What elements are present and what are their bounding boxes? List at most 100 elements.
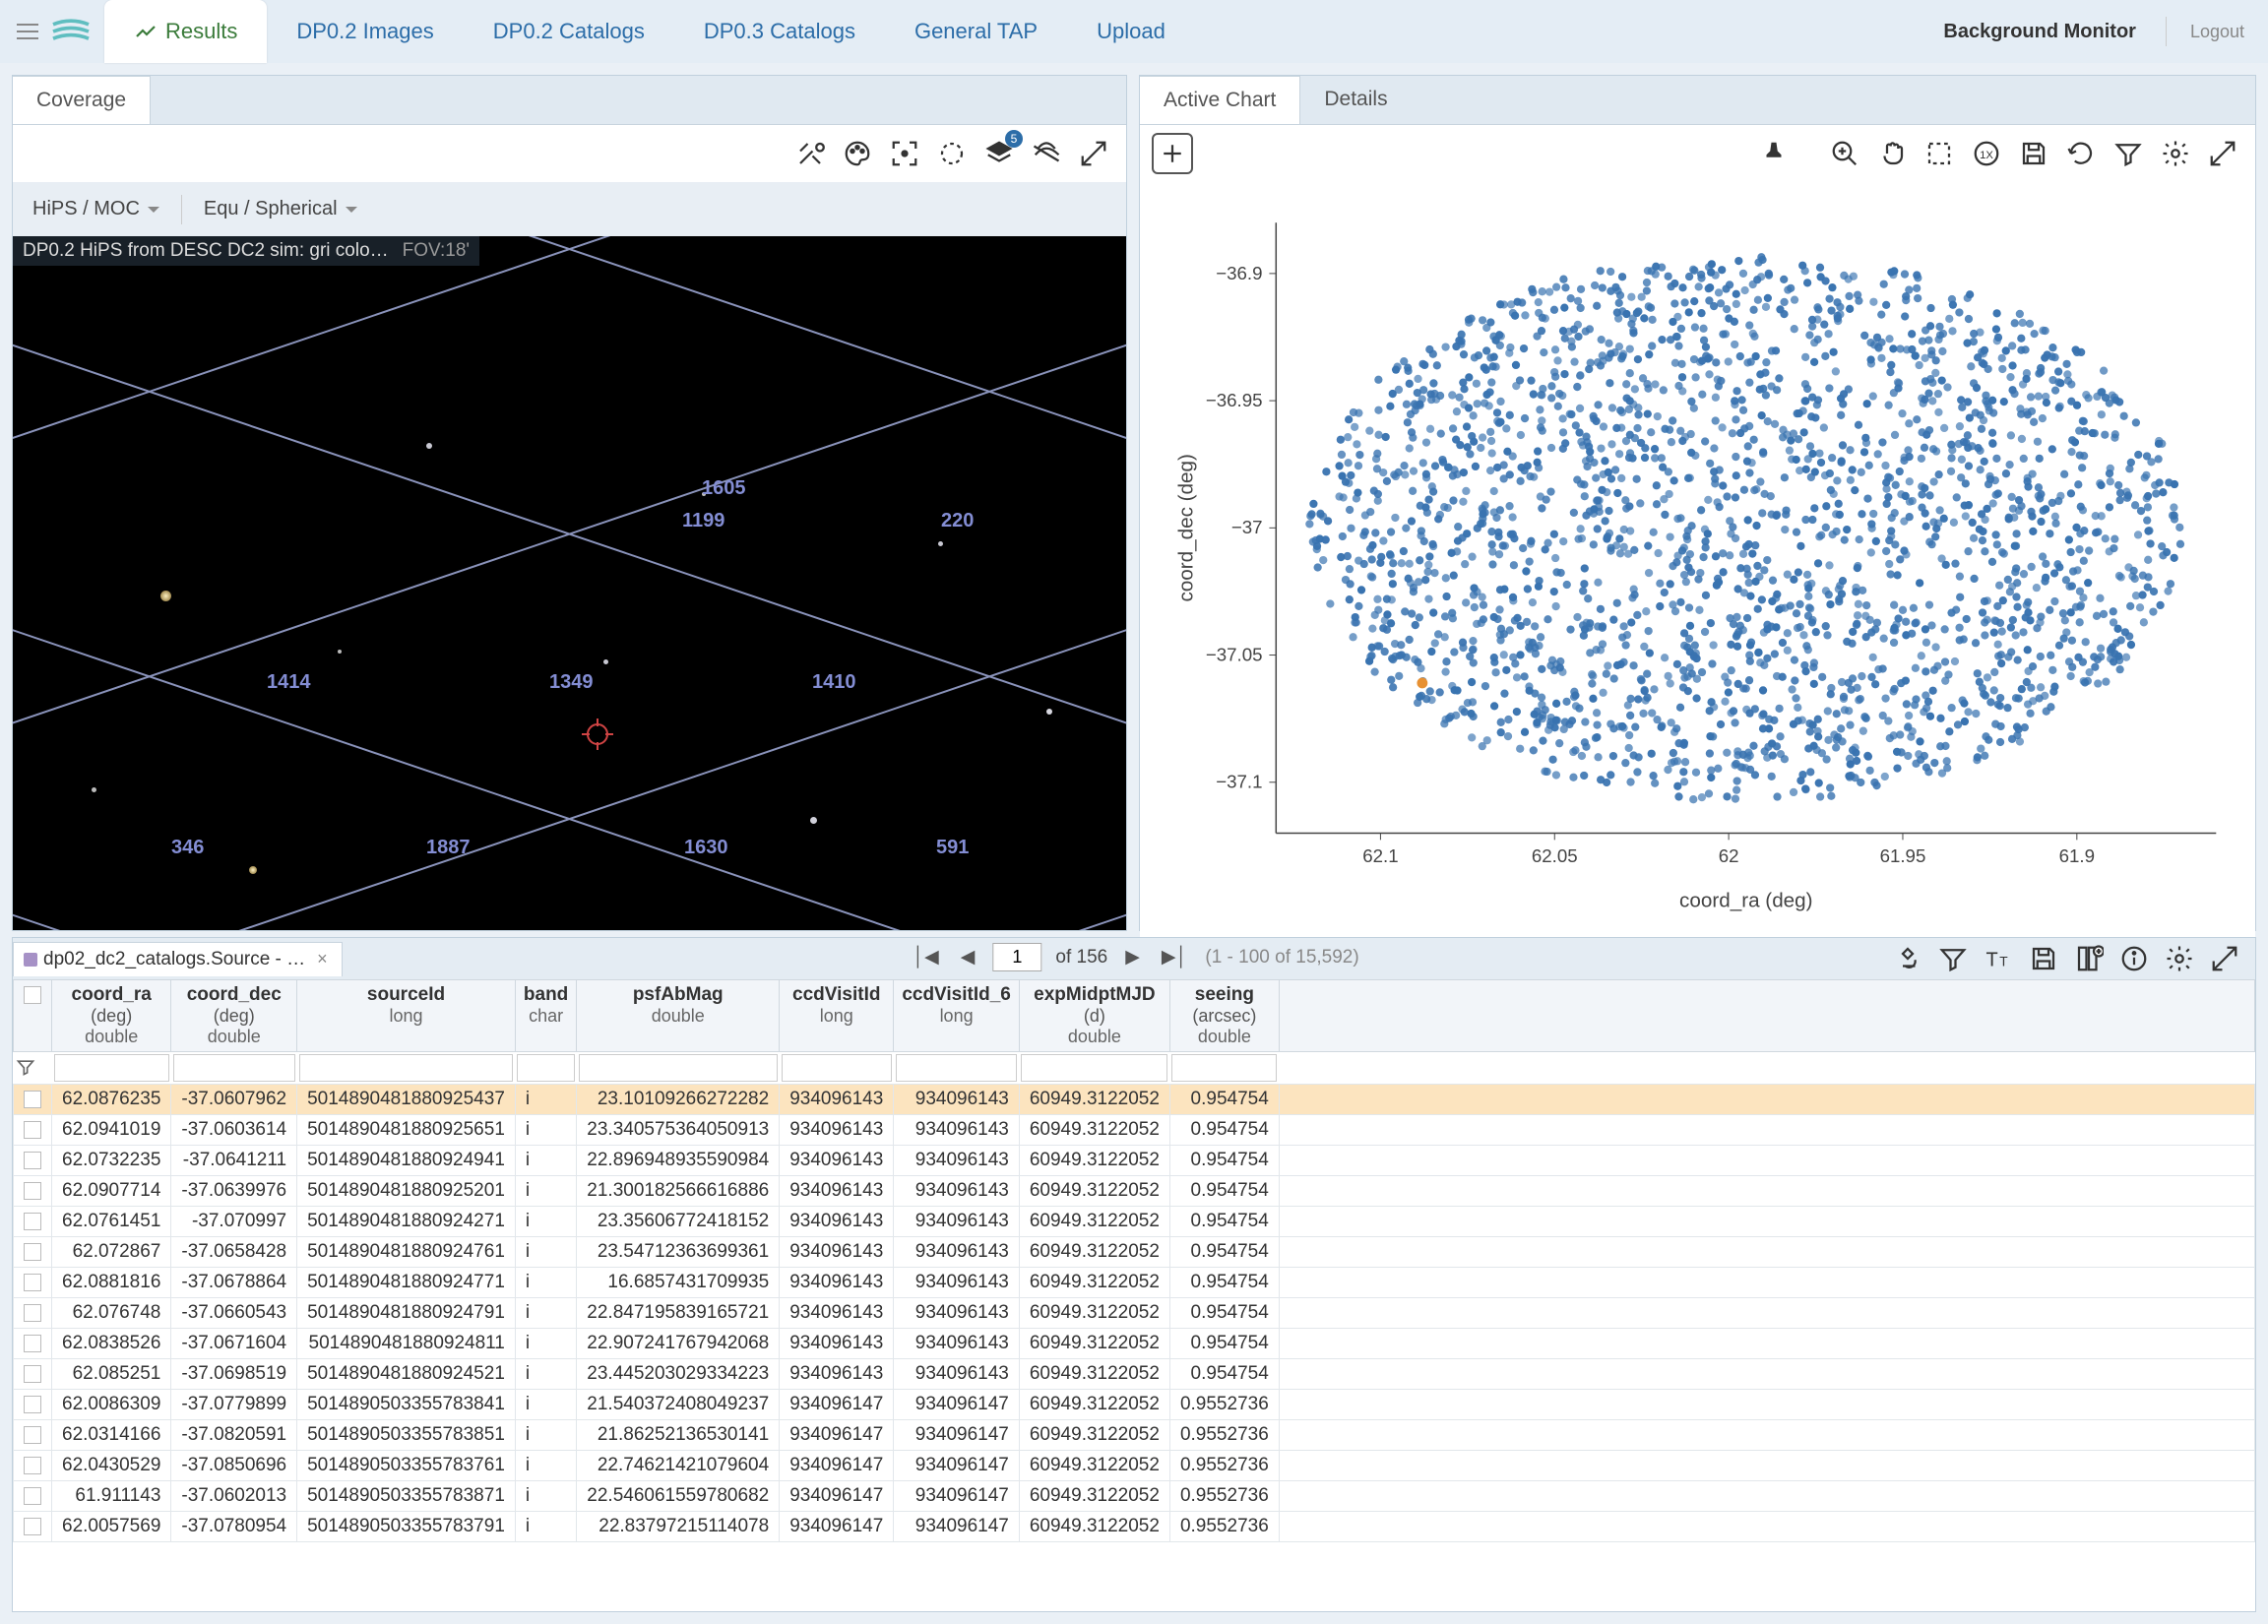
col-ccdVisitId[interactable]: ccdVisitIdlong	[780, 980, 894, 1052]
tab-general-tap[interactable]: General TAP	[885, 0, 1067, 63]
row-checkbox[interactable]	[24, 1487, 41, 1505]
page-input[interactable]	[992, 943, 1041, 971]
table-row[interactable]: 62.0761451-37.0709975014890481880924271i…	[14, 1207, 2255, 1237]
row-checkbox[interactable]	[24, 1121, 41, 1139]
col-sourceId[interactable]: sourceIdlong	[297, 980, 516, 1052]
row-checkbox[interactable]	[24, 1213, 41, 1230]
table-row[interactable]: 62.0941019-37.06036145014890481880925651…	[14, 1115, 2255, 1146]
background-monitor-link[interactable]: Background Monitor	[1914, 21, 2166, 43]
row-checkbox[interactable]	[24, 1274, 41, 1291]
circle-select-icon[interactable]	[931, 133, 973, 174]
subtab-details[interactable]: Details	[1300, 76, 1411, 124]
table-row[interactable]: 62.072867-37.06584285014890481880924761i…	[14, 1237, 2255, 1268]
add-column-icon[interactable]	[2068, 938, 2110, 979]
filter-coord_dec[interactable]	[173, 1054, 295, 1082]
row-checkbox[interactable]	[24, 1396, 41, 1413]
table-save-icon[interactable]	[2023, 938, 2064, 979]
filter-ccdVisitId[interactable]	[782, 1054, 892, 1082]
table-gear-icon[interactable]	[2159, 938, 2200, 979]
scatter-chart[interactable]: 62.162.056261.9561.9−36.9−36.95−37−37.05…	[1140, 182, 2255, 942]
logout-link[interactable]: Logout	[2166, 17, 2268, 46]
filter-seeing[interactable]	[1171, 1054, 1277, 1082]
row-checkbox[interactable]	[24, 1182, 41, 1200]
row-checkbox[interactable]	[24, 1152, 41, 1169]
first-page-icon[interactable]: │◀	[909, 942, 943, 972]
table-row[interactable]: 61.911143-37.06020135014890503355783871i…	[14, 1481, 2255, 1512]
app-logo-icon[interactable]	[47, 8, 94, 55]
row-checkbox[interactable]	[24, 1304, 41, 1322]
table-row[interactable]: 62.0314166-37.08205915014890503355783851…	[14, 1420, 2255, 1451]
table-row[interactable]: 62.0881816-37.06788645014890481880924771…	[14, 1268, 2255, 1298]
table-row[interactable]: 62.0732235-37.06412115014890481880924941…	[14, 1146, 2255, 1176]
table-tab[interactable]: dp02_dc2_catalogs.Source - … ×	[13, 942, 343, 976]
save-icon[interactable]	[2013, 133, 2054, 174]
row-checkbox[interactable]	[24, 1091, 41, 1108]
table-row[interactable]: 62.0838526-37.06716045014890481880924811…	[14, 1329, 2255, 1359]
col-psfAbMag[interactable]: psfAbMagdouble	[577, 980, 780, 1052]
center-icon[interactable]	[884, 133, 925, 174]
col-coord_ra[interactable]: coord_ra(deg)double	[52, 980, 171, 1052]
table-row[interactable]: 62.0876235-37.06079625014890481880925437…	[14, 1085, 2255, 1115]
filter-expMidptMJD[interactable]	[1021, 1054, 1167, 1082]
table-row[interactable]: 62.0907714-37.06399765014890481880925201…	[14, 1176, 2255, 1207]
text-options-icon[interactable]: TT	[1978, 938, 2019, 979]
col-expMidptMJD[interactable]: expMidptMJD(d)double	[1019, 980, 1169, 1052]
row-checkbox[interactable]	[24, 1457, 41, 1474]
table-row[interactable]: 62.0086309-37.07798995014890503355783841…	[14, 1390, 2255, 1420]
tab-dp02-catalogs[interactable]: DP0.2 Catalogs	[464, 0, 674, 63]
zoom-in-icon[interactable]	[1824, 133, 1865, 174]
table-row[interactable]: 62.0057569-37.07809545014890503355783791…	[14, 1512, 2255, 1542]
row-checkbox[interactable]	[24, 1518, 41, 1535]
row-checkbox[interactable]	[24, 1335, 41, 1352]
restore-icon[interactable]	[2060, 133, 2102, 174]
add-chart-icon[interactable]	[1152, 133, 1193, 174]
pan-icon[interactable]	[1871, 133, 1913, 174]
table-row[interactable]: 62.0430529-37.08506965014890503355783761…	[14, 1451, 2255, 1481]
layers-icon[interactable]: 5	[978, 133, 1020, 174]
filter-coord_ra[interactable]	[54, 1054, 169, 1082]
filter-icon[interactable]	[2108, 133, 2149, 174]
next-page-icon[interactable]: ▶	[1121, 942, 1144, 972]
info-icon[interactable]	[2113, 938, 2155, 979]
svg-text:62.1: 62.1	[1362, 845, 1398, 866]
tab-upload[interactable]: Upload	[1067, 0, 1195, 63]
gear-icon[interactable]	[2155, 133, 2196, 174]
sky-image-view[interactable]: DP0.2 HiPS from DESC DC2 sim: gri colo… …	[13, 236, 1126, 930]
select-box-icon[interactable]	[1919, 133, 1960, 174]
prev-page-icon[interactable]: ◀	[957, 942, 979, 972]
close-tab-icon[interactable]: ×	[317, 949, 328, 969]
row-checkbox[interactable]	[24, 1426, 41, 1444]
table-row[interactable]: 62.076748-37.06605435014890481880924791i…	[14, 1298, 2255, 1329]
row-checkbox[interactable]	[24, 1365, 41, 1383]
filter-ccdVisitId_6[interactable]	[896, 1054, 1018, 1082]
expand-icon[interactable]	[1073, 133, 1114, 174]
filter-sourceId[interactable]	[299, 1054, 514, 1082]
tab-results[interactable]: Results	[104, 0, 267, 63]
hips-moc-dropdown[interactable]: HiPS / MOC	[23, 194, 169, 224]
expand-chart-icon[interactable]	[2202, 133, 2243, 174]
select-all-checkbox[interactable]	[24, 986, 41, 1004]
table-filter-icon[interactable]	[1932, 938, 1974, 979]
subtab-coverage[interactable]: Coverage	[13, 76, 151, 124]
filter-psfAbMag[interactable]	[579, 1054, 778, 1082]
col-seeing[interactable]: seeing(arcsec)double	[1169, 980, 1279, 1052]
col-band[interactable]: bandchar	[515, 980, 576, 1052]
subtab-active-chart[interactable]: Active Chart	[1140, 76, 1300, 124]
hamburger-icon[interactable]	[8, 12, 47, 51]
filter-band[interactable]	[517, 1054, 574, 1082]
tools-icon[interactable]	[789, 133, 831, 174]
tab-dp03-catalogs[interactable]: DP0.3 Catalogs	[674, 0, 885, 63]
color-palette-icon[interactable]	[837, 133, 878, 174]
microscope-icon[interactable]	[1887, 938, 1928, 979]
lock-icon[interactable]	[1026, 133, 1067, 174]
expand-table-icon[interactable]	[2204, 938, 2245, 979]
tab-dp02-images[interactable]: DP0.2 Images	[267, 0, 463, 63]
col-coord_dec[interactable]: coord_dec(deg)double	[171, 980, 297, 1052]
projection-dropdown[interactable]: Equ / Spherical	[194, 194, 367, 224]
last-page-icon[interactable]: ▶│	[1158, 942, 1192, 972]
pin-icon[interactable]	[1753, 133, 1795, 174]
col-ccdVisitId_6[interactable]: ccdVisitId_6long	[894, 980, 1020, 1052]
table-row[interactable]: 62.085251-37.06985195014890481880924521i…	[14, 1359, 2255, 1390]
row-checkbox[interactable]	[24, 1243, 41, 1261]
zoom-1x-icon[interactable]: 1X	[1966, 133, 2007, 174]
